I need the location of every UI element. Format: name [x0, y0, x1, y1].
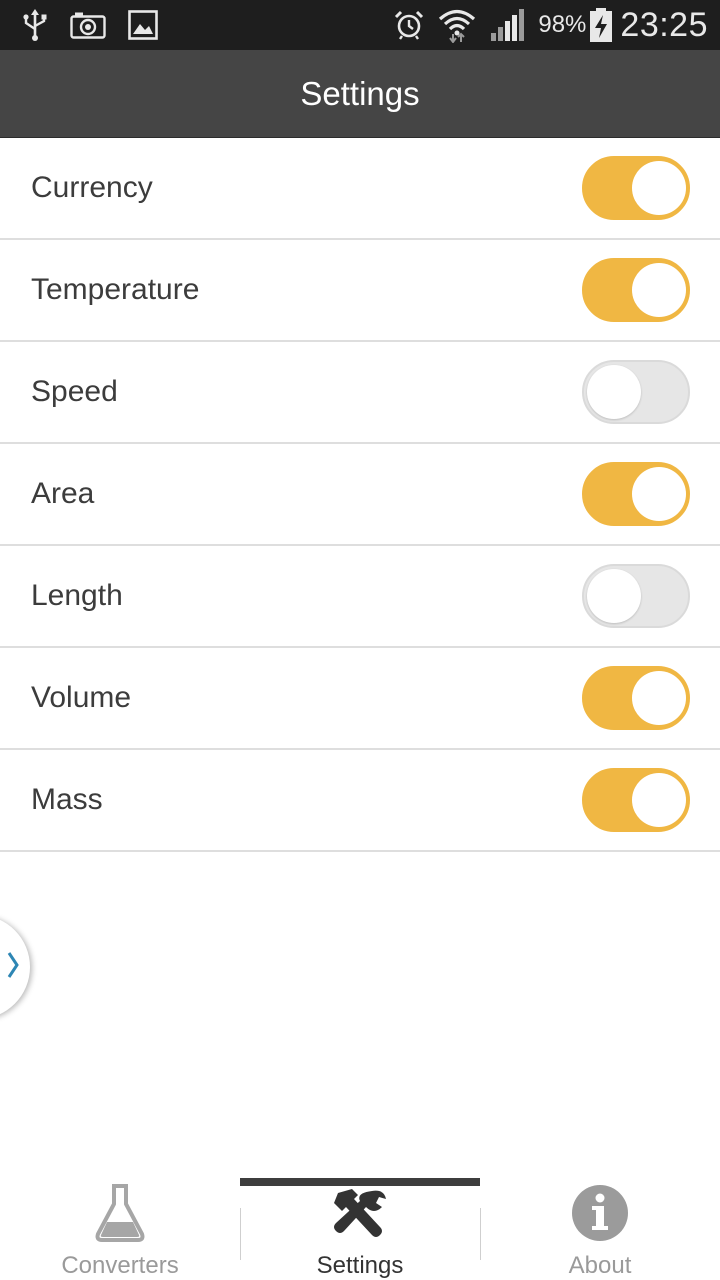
wifi-icon [438, 7, 476, 43]
status-bar: 98% 23:25 [0, 0, 720, 50]
length-toggle[interactable] [582, 564, 690, 628]
temperature-toggle[interactable] [582, 258, 690, 322]
usb-icon [22, 9, 48, 41]
setting-label: Speed [31, 375, 118, 408]
clock: 23:25 [620, 5, 708, 44]
setting-row-currency: Currency [0, 138, 720, 240]
toggle-knob [632, 773, 686, 827]
drawer-handle[interactable] [0, 915, 30, 1019]
setting-label: Currency [31, 171, 153, 204]
currency-toggle[interactable] [582, 156, 690, 220]
setting-label: Mass [31, 783, 103, 816]
setting-row-mass: Mass [0, 750, 720, 852]
battery-percentage: 98% [538, 11, 587, 38]
tools-icon [332, 1184, 388, 1242]
nav-settings[interactable]: Settings [240, 1178, 480, 1280]
camera-icon [70, 11, 106, 39]
setting-row-volume: Volume [0, 648, 720, 750]
volume-toggle[interactable] [582, 666, 690, 730]
toggle-knob [587, 365, 641, 419]
nav-divider [240, 1208, 241, 1260]
setting-label: Length [31, 579, 123, 612]
chevron-right-icon [6, 950, 20, 985]
setting-row-temperature: Temperature [0, 240, 720, 342]
setting-label: Area [31, 477, 95, 510]
area-toggle[interactable] [582, 462, 690, 526]
speed-toggle[interactable] [582, 360, 690, 424]
toggle-knob [632, 671, 686, 725]
flask-icon [94, 1184, 146, 1242]
setting-row-length: Length [0, 546, 720, 648]
status-left [22, 9, 180, 41]
nav-label: Converters [61, 1252, 179, 1279]
setting-row-area: Area [0, 444, 720, 546]
info-icon [571, 1184, 629, 1242]
nav-about[interactable]: About [480, 1178, 720, 1280]
nav-divider [480, 1208, 481, 1260]
status-right: 98% 23:25 [380, 6, 708, 45]
signal-icon [490, 9, 525, 41]
gallery-icon [128, 10, 158, 40]
page-title: Settings [300, 74, 420, 112]
setting-row-speed: Speed [0, 342, 720, 444]
title-bar: Settings [0, 50, 720, 138]
settings-list: Currency Temperature Speed Area Length V… [0, 138, 720, 852]
toggle-knob [587, 569, 641, 623]
toggle-knob [632, 467, 686, 521]
setting-label: Temperature [31, 273, 200, 306]
battery-charging-icon [590, 8, 613, 42]
nav-converters[interactable]: Converters [0, 1178, 240, 1280]
setting-label: Volume [31, 681, 132, 714]
nav-label: Settings [316, 1252, 404, 1279]
toggle-knob [632, 263, 686, 317]
alarm-icon [394, 10, 424, 40]
mass-toggle[interactable] [582, 768, 690, 832]
toggle-knob [632, 161, 686, 215]
bottom-nav: Converters Settings About [0, 1178, 720, 1280]
nav-label: About [568, 1252, 632, 1279]
